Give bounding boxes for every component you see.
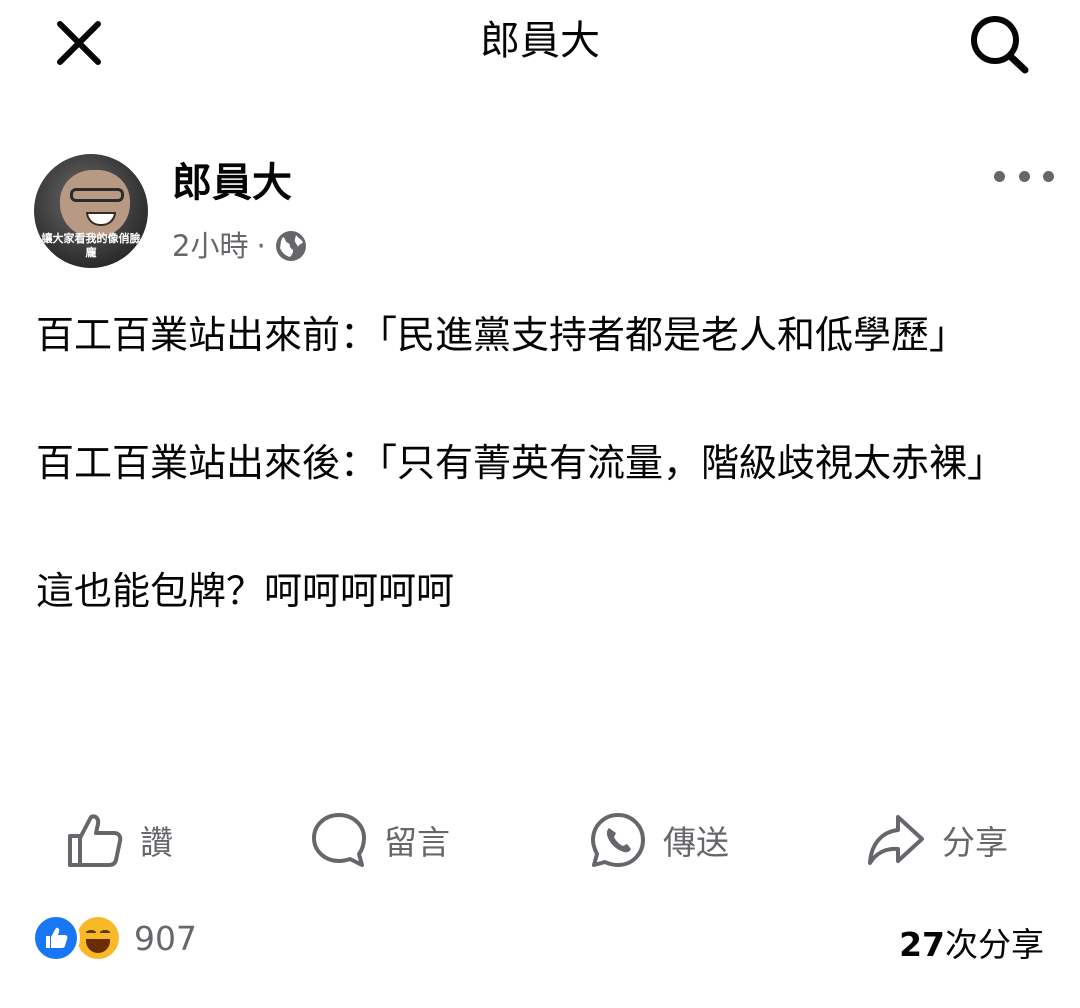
like-reaction-icon (32, 914, 80, 962)
send-button[interactable]: 傳送 (589, 800, 729, 880)
top-bar: 郎員大 (0, 0, 1080, 84)
more-dot (994, 170, 1005, 182)
globe-icon (274, 229, 308, 263)
send-label: 傳送 (663, 823, 729, 862)
thumbs-up-icon (68, 814, 123, 867)
page-title: 郎員大 (480, 18, 600, 64)
post-text: 百工百業站出來前：「民進黨支持者都是老人和低學歷」 百工百業站出來後：「只有菁英… (36, 304, 1046, 623)
more-dot (1043, 170, 1054, 182)
haha-eye (100, 930, 110, 935)
haha-mouth (86, 939, 110, 953)
post-paragraph: 這也能包牌？呵呵呵呵呵 (36, 569, 455, 613)
post-paragraph: 百工百業站出來後：「只有菁英有流量，階級歧視太赤裸」 (36, 441, 1006, 485)
share-label: 分享 (942, 823, 1008, 862)
post-paragraph: 百工百業站出來前：「民進黨支持者都是老人和低學歷」 (36, 313, 968, 357)
avatar[interactable]: 讓大家看我的像俏臉龐 (34, 154, 148, 268)
share-button[interactable]: 分享 (866, 800, 1008, 880)
comment-label: 留言 (384, 823, 450, 862)
reaction-count: 907 (134, 918, 197, 958)
author-name[interactable]: 郎員大 (172, 158, 292, 208)
meta-separator: · (256, 229, 266, 263)
avatar-face (60, 170, 130, 238)
comment-button[interactable]: 留言 (310, 800, 450, 880)
share-icon (868, 815, 924, 865)
more-dot (1018, 170, 1030, 182)
post-header: 讓大家看我的像俏臉龐 郎員大 2小時 · (0, 150, 1080, 270)
share-count-number: 27 (899, 925, 945, 964)
share-count-suffix: 次分享 (945, 925, 1044, 964)
post-stats: 907 27次分享 (0, 906, 1080, 976)
like-label: 讚 (140, 823, 173, 862)
action-bar: 讚 留言 傳送 分享 (0, 800, 1080, 880)
avatar-glasses (70, 188, 124, 202)
reactions-summary[interactable]: 907 (32, 914, 197, 962)
post-time[interactable]: 2小時 (172, 226, 248, 266)
more-options-button[interactable] (994, 164, 1054, 188)
share-count[interactable]: 27次分享 (899, 918, 1044, 966)
search-icon (971, 16, 1029, 74)
haha-reaction-icon (74, 914, 122, 962)
haha-eye (86, 930, 96, 935)
post-meta: 2小時 · (172, 226, 308, 266)
avatar-caption: 讓大家看我的像俏臉龐 (41, 232, 141, 259)
comment-icon (312, 813, 366, 867)
like-button[interactable]: 讚 (66, 800, 173, 880)
search-button[interactable] (964, 12, 1034, 76)
whatsapp-icon (591, 813, 645, 867)
